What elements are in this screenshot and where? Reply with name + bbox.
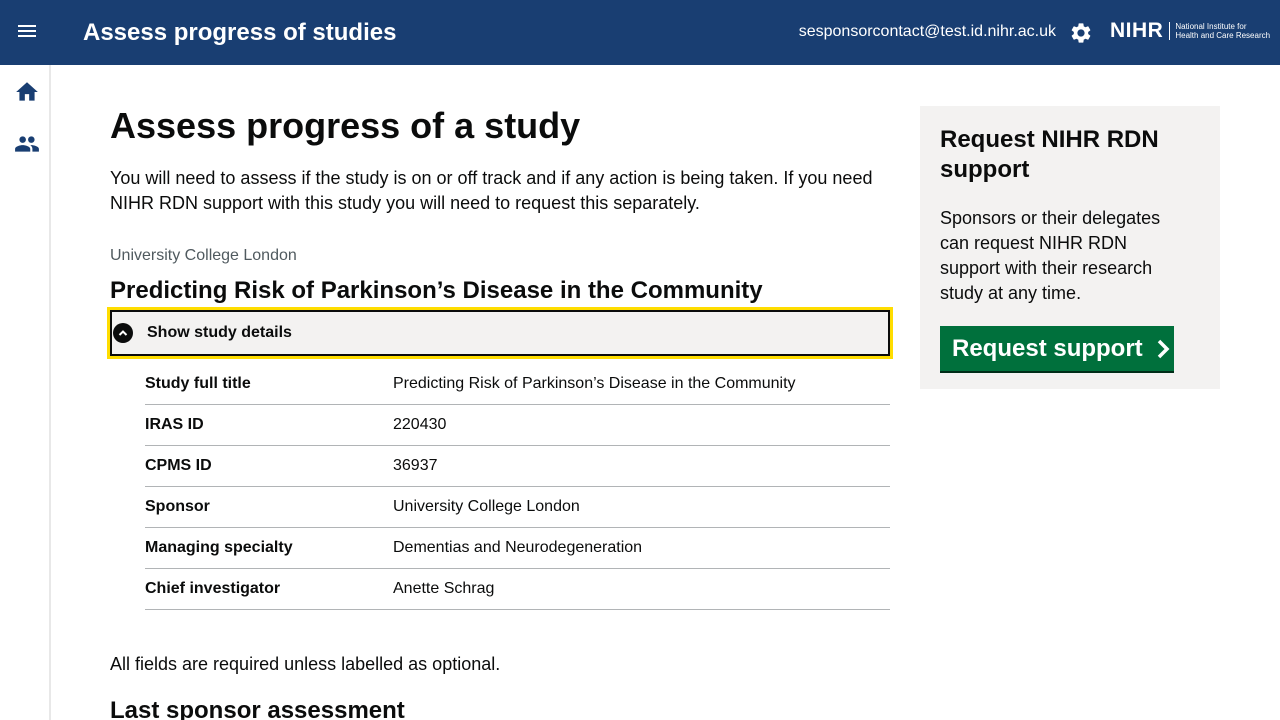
details-key: IRAS ID [145,416,204,433]
details-row: Chief investigator Anette Schrag [145,569,890,610]
logo-text-line1: National Institute for [1175,22,1247,31]
logo-text: National Institute for Health and Care R… [1169,22,1270,40]
home-icon[interactable] [14,79,40,105]
logo-text-line2: Health and Care Research [1175,31,1271,40]
details-key: Study full title [145,374,251,392]
request-support-button[interactable]: Request support [940,326,1174,371]
side-navigation [0,65,51,720]
request-support-label: Request support [952,334,1143,362]
details-value: Dementias and Neurodegeneration [393,539,643,556]
details-row: IRAS ID 220430 [145,405,890,446]
details-row: CPMS ID 36937 [145,446,890,487]
section-heading: Last sponsor assessment [110,697,405,720]
study-caption: University College London [110,247,297,264]
user-email: sesponsorcontact@test.id.nihr.ac.uk [798,23,1056,40]
study-details-list: Study full title Predicting Risk of Park… [145,363,890,610]
menu-icon[interactable] [15,22,39,44]
chevron-up-icon [113,323,133,343]
details-row: Managing specialty Dementias and Neurode… [145,528,890,569]
gear-icon[interactable] [1069,21,1093,45]
aside-text: Sponsors or their delegates can request … [940,208,1161,303]
details-key: Sponsor [145,498,210,515]
people-icon[interactable] [14,131,40,157]
show-study-details-toggle[interactable]: Show study details [107,307,893,359]
intro-text: You will need to assess if the study is … [110,168,873,213]
request-support-panel: Request NIHR RDN support Sponsors or the… [920,106,1220,389]
aside-title: Request NIHR RDN support [940,126,1159,183]
page-title: Assess progress of a study [110,105,581,146]
details-value: 36937 [393,457,438,474]
details-key: CPMS ID [145,457,212,474]
details-value: University College London [393,498,580,515]
logo-mark: NIHR [1110,19,1164,42]
study-title: Predicting Risk of Parkinson’s Disease i… [110,277,763,304]
app-title: Assess progress of studies [83,19,397,46]
details-value: Anette Schrag [393,580,495,597]
top-header: Assess progress of studies sesponsorcont… [0,0,1280,65]
required-fields-note: All fields are required unless labelled … [110,654,501,674]
nihr-logo[interactable]: NIHR National Institute for Health and C… [1110,18,1270,44]
details-value: Predicting Risk of Parkinson’s Disease i… [393,374,796,392]
chevron-right-icon [1157,339,1170,358]
details-key: Chief investigator [145,580,281,597]
details-key: Managing specialty [145,539,293,556]
details-summary-label: Show study details [147,324,292,341]
details-row: Sponsor University College London [145,487,890,528]
details-row: Study full title Predicting Risk of Park… [145,363,890,405]
details-value: 220430 [393,416,447,433]
